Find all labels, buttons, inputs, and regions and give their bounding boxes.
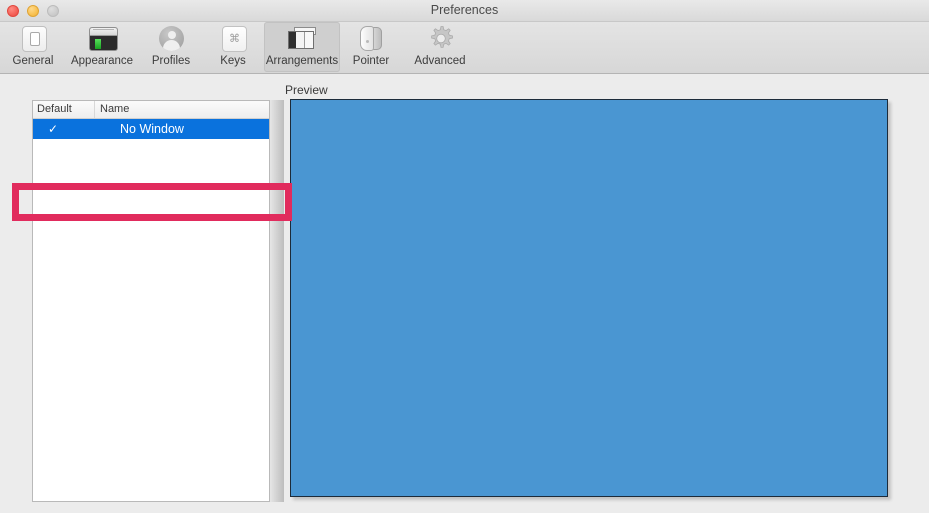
- toolbar-tab-keys-label: Keys: [220, 55, 246, 67]
- toolbar-tab-appearance[interactable]: Appearance: [64, 22, 140, 72]
- column-header-default[interactable]: Default: [33, 101, 95, 118]
- preferences-toolbar: General Appearance Profiles ⌘ Keys Arran…: [0, 22, 929, 74]
- command-glyph: ⌘: [229, 33, 240, 45]
- column-header-name[interactable]: Name: [95, 101, 269, 118]
- general-icon: [17, 24, 49, 54]
- arrangements-pane: Default Name ✓ No Window − Set Default P…: [0, 74, 929, 513]
- preview-area: [290, 99, 888, 497]
- list-column-headers: Default Name: [33, 101, 269, 119]
- toolbar-tab-profiles[interactable]: Profiles: [140, 22, 202, 72]
- window-title: Preferences: [430, 3, 499, 17]
- title-bar: Preferences: [0, 0, 929, 22]
- keys-icon: ⌘: [217, 24, 249, 54]
- table-row[interactable]: ✓ No Window: [33, 119, 269, 139]
- toolbar-tab-arrangements-label: Arrangements: [265, 55, 339, 67]
- toolbar-tab-appearance-label: Appearance: [70, 55, 134, 67]
- list-scroll-gutter[interactable]: [270, 100, 284, 502]
- toolbar-tab-pointer-label: Pointer: [352, 55, 390, 67]
- list-rows: ✓ No Window: [33, 119, 269, 501]
- toolbar-tab-advanced[interactable]: Advanced: [402, 22, 478, 72]
- toolbar-tab-profiles-label: Profiles: [151, 55, 191, 67]
- arrangements-list[interactable]: Default Name ✓ No Window: [32, 100, 270, 502]
- preferences-window: Preferences General Appearance Profiles …: [0, 0, 929, 513]
- preview-label: Preview: [285, 83, 328, 97]
- arrangement-name: No Window: [120, 122, 184, 136]
- toolbar-tab-arrangements[interactable]: Arrangements: [264, 22, 340, 72]
- toolbar-tab-keys[interactable]: ⌘ Keys: [202, 22, 264, 72]
- profiles-icon: [155, 24, 187, 54]
- arrangements-icon: [286, 24, 318, 54]
- toolbar-tab-general-label: General: [12, 55, 54, 67]
- advanced-gear-icon: [424, 24, 456, 54]
- toolbar-tab-pointer[interactable]: Pointer: [340, 22, 402, 72]
- appearance-icon: [86, 24, 118, 54]
- pointer-icon: [355, 24, 387, 54]
- toolbar-tab-advanced-label: Advanced: [414, 55, 466, 67]
- gear-icon-svg: [431, 26, 453, 48]
- toolbar-tab-general[interactable]: General: [2, 22, 64, 72]
- default-checkmark-icon: ✓: [47, 122, 59, 136]
